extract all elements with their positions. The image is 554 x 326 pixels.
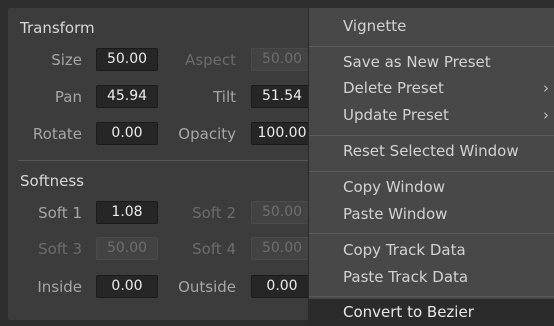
opacity-label: Opacity — [178, 125, 236, 143]
menu-item-save-preset[interactable]: Save as New Preset — [309, 49, 554, 76]
menu-item-delete-preset[interactable]: Delete Preset › — [309, 75, 554, 102]
section-divider — [18, 160, 338, 161]
chevron-right-icon: › — [543, 106, 549, 124]
transform-section-title: Transform — [20, 19, 95, 37]
softness-section-title: Softness — [20, 172, 84, 190]
menu-item-label: Convert to Bezier — [343, 303, 474, 321]
size-label: Size — [51, 51, 82, 69]
aspect-field[interactable]: 50.00 — [251, 48, 313, 71]
inside-label: Inside — [37, 278, 82, 296]
menu-item-paste-window[interactable]: Paste Window — [309, 201, 554, 228]
soft3-label: Soft 3 — [38, 240, 82, 258]
soft2-field[interactable]: 50.00 — [251, 201, 313, 224]
menu-item-reset-window[interactable]: Reset Selected Window — [309, 138, 554, 165]
context-menu: Vignette Save as New Preset Delete Prese… — [308, 8, 554, 326]
menu-item-label: Delete Preset — [343, 79, 444, 97]
soft4-field[interactable]: 50.00 — [251, 237, 313, 260]
size-field[interactable]: 50.00 — [96, 48, 158, 71]
menu-separator — [309, 233, 554, 234]
soft2-label: Soft 2 — [192, 204, 236, 222]
rotate-field[interactable]: 0.00 — [96, 122, 158, 145]
menu-item-label: Copy Track Data — [343, 241, 466, 259]
menu-item-label: Reset Selected Window — [343, 142, 519, 160]
opacity-field[interactable]: 100.00 — [251, 122, 313, 145]
soft3-field[interactable]: 50.00 — [96, 237, 158, 260]
window-inspector-panel: Transform Size 50.00 Aspect 50.00 Pan 45… — [8, 8, 348, 320]
menu-item-label: Vignette — [343, 17, 407, 35]
menu-separator — [309, 171, 554, 172]
menu-item-label: Save as New Preset — [343, 53, 491, 71]
menu-item-label: Paste Window — [343, 205, 448, 223]
tilt-field[interactable]: 51.54 — [251, 85, 313, 108]
chevron-right-icon: › — [543, 79, 549, 97]
menu-item-copy-window[interactable]: Copy Window — [309, 174, 554, 201]
inside-field[interactable]: 0.00 — [96, 275, 158, 298]
window-inspector: Transform Size 50.00 Aspect 50.00 Pan 45… — [0, 0, 554, 326]
pan-field[interactable]: 45.94 — [96, 85, 158, 108]
outside-label: Outside — [178, 278, 236, 296]
menu-item-label: Copy Window — [343, 178, 445, 196]
tilt-label: Tilt — [213, 88, 236, 106]
menu-item-label: Update Preset — [343, 106, 449, 124]
menu-item-paste-track[interactable]: Paste Track Data — [309, 264, 554, 291]
rotate-label: Rotate — [32, 125, 82, 143]
menu-item-convert-bezier[interactable]: Convert to Bezier — [309, 299, 554, 326]
aspect-label: Aspect — [185, 51, 236, 69]
soft4-label: Soft 4 — [192, 240, 236, 258]
menu-separator — [309, 135, 554, 136]
soft1-field[interactable]: 1.08 — [96, 201, 158, 224]
soft1-label: Soft 1 — [38, 204, 82, 222]
outside-field[interactable]: 0.00 — [251, 275, 313, 298]
menu-item-update-preset[interactable]: Update Preset › — [309, 102, 554, 129]
menu-separator — [309, 296, 554, 297]
menu-item-vignette[interactable]: Vignette — [309, 13, 554, 40]
pan-label: Pan — [54, 88, 82, 106]
menu-item-copy-track[interactable]: Copy Track Data — [309, 237, 554, 264]
menu-separator — [309, 46, 554, 47]
menu-item-label: Paste Track Data — [343, 268, 469, 286]
